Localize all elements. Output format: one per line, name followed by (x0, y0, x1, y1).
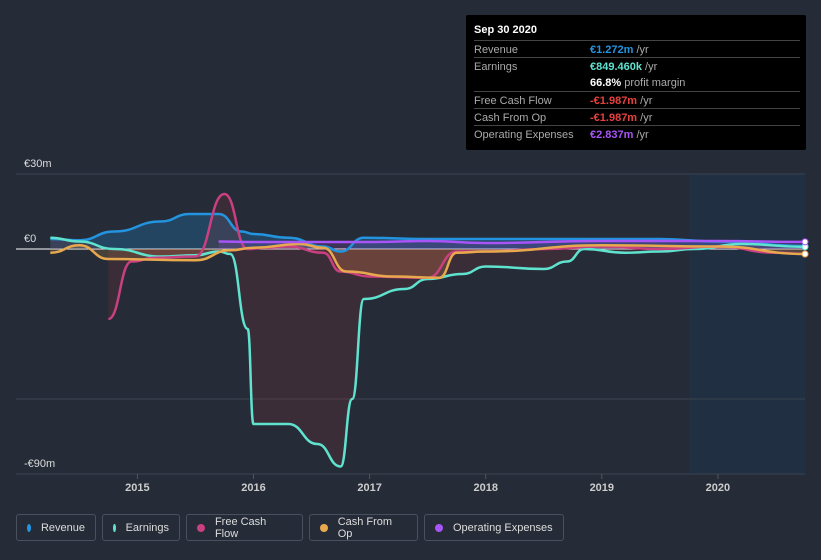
tooltip-amount: -€1.987m (590, 95, 638, 107)
tooltip-value: 66.8% profit margin (590, 77, 685, 89)
y-tick-label: €0 (24, 233, 36, 245)
y-tick-label: €30m (24, 158, 52, 170)
x-tick-label: 2017 (357, 482, 381, 494)
tooltip-amount: 66.8% (590, 77, 622, 89)
tooltip-unit: /yr (642, 61, 658, 73)
tooltip-label: Earnings (474, 61, 518, 73)
tooltip-row: 66.8% profit margin (474, 74, 800, 91)
tooltip-row: Free Cash Flow -€1.987m /yr (474, 91, 800, 109)
tooltip-value: €849.460k /yr (590, 61, 657, 73)
legend-dot-icon (27, 523, 31, 532)
tooltip-unit: /yr (637, 112, 653, 124)
tooltip: Sep 30 2020 Revenue €1.272m /yr Earnings €8… (466, 15, 806, 150)
legend-label: Free Cash Flow (214, 515, 267, 540)
tooltip-unit: /yr (633, 129, 649, 141)
legend-label: Earnings (125, 521, 169, 534)
tooltip-value: €1.272m /yr (590, 44, 649, 56)
legend-dot-icon (435, 523, 443, 532)
tooltip-label: Cash From Op (474, 112, 547, 124)
legend-item-free-cash-flow[interactable]: Free Cash Flow (186, 514, 303, 541)
tooltip-unit: profit margin (621, 77, 686, 89)
tooltip-label: Operating Expenses (474, 129, 574, 141)
legend-label: Revenue (40, 521, 85, 534)
legend-dot-icon (320, 523, 328, 532)
tooltip-label: Revenue (474, 44, 519, 56)
tooltip-date: Sep 30 2020 (474, 24, 537, 36)
x-tick-label: 2015 (125, 482, 149, 494)
tooltip-value: €2.837m /yr (590, 129, 649, 141)
tooltip-row: Operating Expenses €2.837m /yr (474, 125, 800, 143)
legend-item-cash-from-op[interactable]: Cash From Op (309, 514, 418, 541)
forecast-region (688, 174, 805, 474)
tooltip-amount: €2.837m (590, 129, 634, 141)
tooltip-label: Free Cash Flow (474, 95, 552, 107)
operating-expenses-endpoint (801, 238, 809, 246)
legend-item-operating-expenses[interactable]: Operating Expenses (424, 514, 564, 541)
x-tick-label: 2019 (590, 482, 614, 494)
tooltip-row: Cash From Op -€1.987m /yr (474, 108, 800, 126)
tooltip-row: Earnings €849.460k /yr (474, 57, 800, 75)
legend-item-revenue[interactable]: Revenue (16, 514, 96, 541)
cash-from-op-endpoint (801, 250, 809, 258)
x-tick-label: 2016 (241, 482, 265, 494)
x-tick-label: 2020 (706, 482, 730, 494)
tooltip-amount: €1.272m (590, 44, 634, 56)
legend-dot-icon (197, 523, 205, 532)
tooltip-row: Revenue €1.272m /yr (474, 40, 800, 58)
tooltip-value: -€1.987m /yr (590, 95, 652, 107)
legend-label: Operating Expenses (453, 521, 553, 534)
tooltip-unit: /yr (633, 44, 649, 56)
y-tick-label: -€90m (24, 458, 55, 470)
x-tick-label: 2018 (473, 482, 497, 494)
legend-label: Cash From Op (337, 515, 393, 540)
legend-item-earnings[interactable]: Earnings (102, 514, 180, 541)
tooltip-amount: -€1.987m (590, 112, 638, 124)
tooltip-amount: €849.460k (590, 61, 642, 73)
legend-dot-icon (113, 523, 116, 532)
tooltip-value: -€1.987m /yr (590, 112, 652, 124)
tooltip-unit: /yr (637, 95, 653, 107)
